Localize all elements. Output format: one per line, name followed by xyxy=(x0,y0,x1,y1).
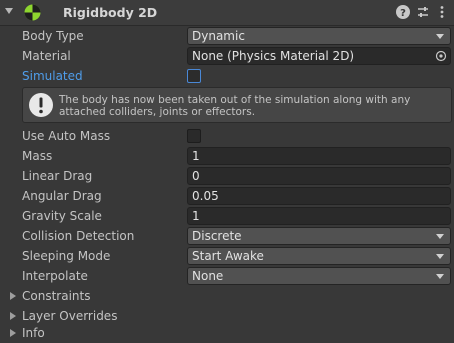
svg-text:?: ? xyxy=(400,8,406,19)
material-value: None (Physics Material 2D) xyxy=(192,49,355,63)
dropdown-arrow-icon xyxy=(436,274,444,279)
presets-icon[interactable] xyxy=(415,4,431,20)
object-picker-icon[interactable] xyxy=(435,50,447,62)
sleeping-mode-label: Sleeping Mode xyxy=(22,249,111,263)
use-auto-mass-checkbox[interactable] xyxy=(187,129,201,143)
collision-detection-row: Collision Detection Discrete xyxy=(0,226,454,246)
gravity-scale-field[interactable]: 1 xyxy=(187,207,451,225)
info-label: Info xyxy=(22,326,45,340)
use-auto-mass-row: Use Auto Mass xyxy=(0,126,454,146)
linear-drag-value: 0 xyxy=(192,169,200,183)
body-type-dropdown[interactable]: Dynamic xyxy=(187,27,451,45)
angular-drag-label: Angular Drag xyxy=(22,189,102,203)
mass-row: Mass 1 xyxy=(0,146,454,166)
collapse-arrow-icon[interactable] xyxy=(5,8,13,14)
info-icon xyxy=(29,93,53,117)
body-type-row: Body Type Dynamic xyxy=(0,26,454,46)
sleeping-mode-value: Start Awake xyxy=(192,249,264,263)
component-title: Rigidbody 2D xyxy=(63,5,158,20)
expand-arrow-icon[interactable] xyxy=(10,329,16,337)
material-row: Material None (Physics Material 2D) xyxy=(0,46,454,66)
material-object-field[interactable]: None (Physics Material 2D) xyxy=(187,47,451,65)
gravity-scale-value: 1 xyxy=(192,209,200,223)
mass-value: 1 xyxy=(192,149,200,163)
linear-drag-label: Linear Drag xyxy=(22,169,93,183)
body-type-label: Body Type xyxy=(22,29,84,43)
rigidbody2d-icon xyxy=(24,4,41,21)
gravity-scale-label: Gravity Scale xyxy=(22,209,102,223)
angular-drag-row: Angular Drag 0.05 xyxy=(0,186,454,206)
mass-label: Mass xyxy=(22,149,53,163)
dropdown-arrow-icon xyxy=(436,234,444,239)
constraints-label: Constraints xyxy=(22,289,91,303)
warning-helpbox: The body has now been taken out of the s… xyxy=(22,87,452,123)
expand-arrow-icon[interactable] xyxy=(10,292,16,300)
material-label: Material xyxy=(22,49,71,63)
interpolate-value: None xyxy=(192,269,224,283)
helpbox-text: The body has now been taken out of the s… xyxy=(59,94,411,118)
angular-drag-field[interactable]: 0.05 xyxy=(187,187,451,205)
collision-detection-dropdown[interactable]: Discrete xyxy=(187,227,451,245)
collision-detection-label: Collision Detection xyxy=(22,229,135,243)
component-header: Rigidbody 2D ? xyxy=(0,0,454,26)
context-menu-icon[interactable] xyxy=(434,4,450,20)
collision-detection-value: Discrete xyxy=(192,229,242,243)
mass-field[interactable]: 1 xyxy=(187,147,451,165)
help-icon[interactable]: ? xyxy=(395,4,411,20)
gravity-scale-row: Gravity Scale 1 xyxy=(0,206,454,226)
dropdown-arrow-icon xyxy=(436,254,444,259)
interpolate-dropdown[interactable]: None xyxy=(187,267,451,285)
expand-arrow-icon[interactable] xyxy=(10,312,16,320)
simulated-label: Simulated xyxy=(22,69,83,83)
sleeping-mode-dropdown[interactable]: Start Awake xyxy=(187,247,451,265)
angular-drag-value: 0.05 xyxy=(192,189,219,203)
simulated-checkbox[interactable] xyxy=(187,69,201,83)
interpolate-label: Interpolate xyxy=(22,269,88,283)
sleeping-mode-row: Sleeping Mode Start Awake xyxy=(0,246,454,266)
linear-drag-row: Linear Drag 0 xyxy=(0,166,454,186)
linear-drag-field[interactable]: 0 xyxy=(187,167,451,185)
interpolate-row: Interpolate None xyxy=(0,266,454,286)
body-type-value: Dynamic xyxy=(192,29,245,43)
info-foldout[interactable]: Info xyxy=(0,323,454,343)
simulated-row: Simulated xyxy=(0,66,454,86)
dropdown-arrow-icon xyxy=(436,34,444,39)
use-auto-mass-label: Use Auto Mass xyxy=(22,129,111,143)
layer-overrides-label: Layer Overrides xyxy=(22,309,118,323)
constraints-foldout[interactable]: Constraints xyxy=(0,286,454,306)
